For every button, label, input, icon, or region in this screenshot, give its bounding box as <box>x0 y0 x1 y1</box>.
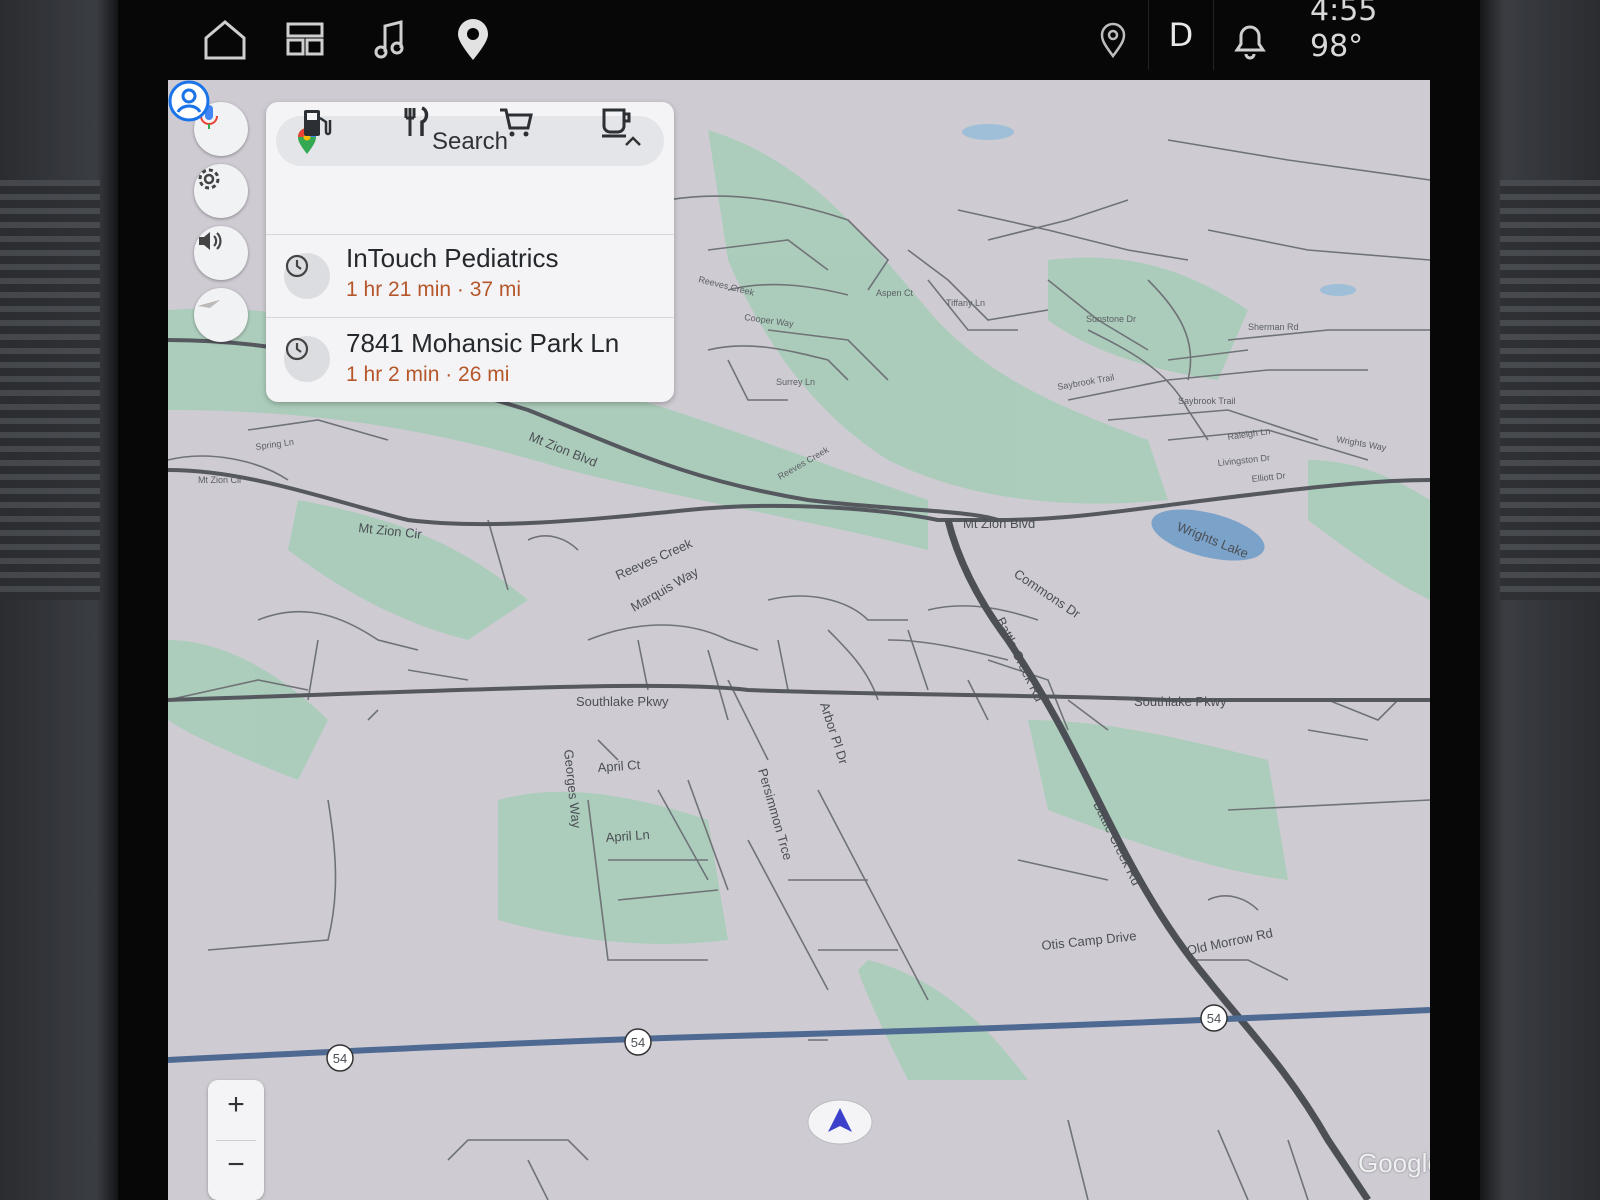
coffee-cup-icon[interactable] <box>596 102 636 142</box>
left-air-vent <box>0 180 100 600</box>
street-label: Persimmon Trce <box>755 767 796 862</box>
current-location-marker <box>807 1099 873 1145</box>
compass-button[interactable] <box>194 288 248 342</box>
recent-place-eta: 1 hr 21 min · 37 mi <box>346 278 522 301</box>
zoom-control: + − <box>208 1080 264 1200</box>
street-label: Sherman Rd <box>1248 322 1299 332</box>
street-label: Aspen Ct <box>876 288 914 298</box>
street-label: Battle Creek Rd <box>993 615 1047 704</box>
route-54-shield-label: 54 <box>631 1035 645 1050</box>
settings-button[interactable] <box>194 164 248 218</box>
recent-place-eta: 1 hr 2 min · 26 mi <box>346 363 510 386</box>
pond-water-2 <box>1320 284 1356 296</box>
gas-station-icon[interactable] <box>296 102 336 142</box>
location-pin-icon[interactable] <box>1086 12 1140 66</box>
dashboard-icon[interactable] <box>278 12 332 66</box>
route-54-shield-label: 54 <box>333 1051 347 1066</box>
street-label: Southlake Pkwy <box>576 694 669 709</box>
route-54-shields: 54 54 54 <box>326 1004 1228 1072</box>
map-view[interactable]: 54 54 54 Mt Zion Blvd Mt Zion Blvd Mt Zi… <box>168 80 1430 1200</box>
street-label: Arbor Pl Dr <box>817 700 851 766</box>
settings-gear-icon <box>198 168 220 190</box>
home-icon[interactable] <box>198 12 252 66</box>
street-label: Spring Ln <box>255 437 295 452</box>
gear-indicator: D <box>1148 0 1214 70</box>
street-label: Mt Zion Cir <box>198 475 242 485</box>
compass-icon <box>198 300 220 308</box>
outside-temperature: 98° <box>1310 29 1364 64</box>
street-label: Otis Camp Drive <box>1041 928 1137 953</box>
street-label: Tiffany Ln <box>946 298 985 308</box>
street-label: Wrights Way <box>1336 434 1388 453</box>
google-attribution: Google <box>1358 1148 1430 1178</box>
zoom-in-button[interactable]: + <box>208 1088 264 1122</box>
street-label: Mt Zion Blvd <box>963 516 1035 531</box>
street-label: Sunstone Dr <box>1086 314 1136 324</box>
infotainment-screen: D 4:55 98° 54 54 54 Mt Zion Blvd Mt Zion… <box>118 0 1480 1200</box>
street-label: Livingston Dr <box>1217 453 1270 468</box>
recent-place-text: 7841 Mohansic Park Ln 1 hr 2 min · 26 mi <box>346 328 619 387</box>
search-panel: Search InTouch Pediatrics 1 hr 21 min · … <box>266 102 674 402</box>
street-label: Surrey Ln <box>776 377 815 387</box>
right-air-vent <box>1500 180 1600 600</box>
street-label: Elliott Dr <box>1251 470 1286 484</box>
clock-time: 4:55 <box>1310 0 1378 28</box>
street-label: Old Morrow Rd <box>1186 925 1275 958</box>
restaurant-icon[interactable] <box>396 102 436 142</box>
history-clock-icon <box>284 253 330 299</box>
recent-place-name: 7841 Mohansic Park Ln <box>346 328 620 358</box>
street-label: April Ct <box>597 757 641 775</box>
street-label: Saybrook Trail <box>1178 396 1236 406</box>
volume-button[interactable] <box>194 226 248 280</box>
music-icon[interactable] <box>363 12 417 66</box>
recent-place-name: InTouch Pediatrics <box>346 243 559 273</box>
bell-icon[interactable] <box>1223 12 1277 66</box>
street-label: Southlake Pkwy <box>1134 694 1227 709</box>
account-icon[interactable] <box>168 80 210 122</box>
history-clock-icon <box>284 336 330 382</box>
street-label: April Ln <box>605 827 650 845</box>
pond-water <box>962 124 1014 140</box>
street-label: Commons Dr <box>1011 566 1083 622</box>
maps-pin-icon[interactable] <box>446 12 500 66</box>
grocery-cart-icon[interactable] <box>496 102 536 142</box>
route-54-highway <box>168 1007 1430 1063</box>
recent-place-text: InTouch Pediatrics 1 hr 21 min · 37 mi <box>346 243 558 302</box>
volume-icon <box>199 232 222 250</box>
recent-destination[interactable]: 7841 Mohansic Park Ln 1 hr 2 min · 26 mi <box>266 318 674 402</box>
status-bar: D 4:55 98° <box>118 0 1480 80</box>
recent-destination[interactable]: InTouch Pediatrics 1 hr 21 min · 37 mi <box>266 235 674 317</box>
street-label: Raleigh Ln <box>1227 426 1271 442</box>
route-54-shield-label: 54 <box>1207 1011 1221 1026</box>
zoom-divider <box>216 1140 256 1141</box>
zoom-out-button[interactable]: − <box>208 1148 264 1182</box>
street-label: Saybrook Trail <box>1057 372 1115 392</box>
